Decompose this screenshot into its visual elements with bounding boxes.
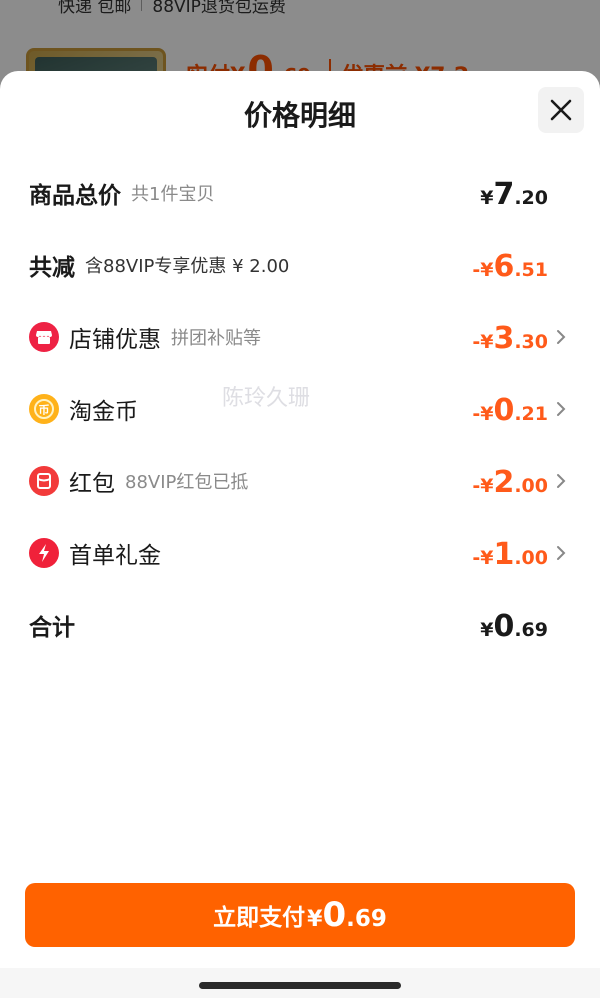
- pay-now-amount: ¥ 0 .69: [305, 895, 387, 935]
- red-packet-note: 88VIP红包已抵: [125, 472, 249, 493]
- first-order-gift-amount: - ¥ 1 .00: [472, 528, 548, 578]
- reduction-label: 共减: [29, 255, 75, 281]
- currency-symbol: ¥: [480, 619, 494, 641]
- amount-integer: 1: [493, 537, 515, 572]
- row-total-sum: 合计 ¥ 0 .69: [0, 600, 600, 650]
- store-icon: [29, 322, 59, 352]
- reduction-amount: - ¥ 6 .51: [472, 240, 548, 290]
- amount-decimal: .51: [514, 259, 548, 281]
- amount-decimal: .21: [514, 403, 548, 425]
- minus-sign: -: [472, 475, 481, 497]
- store-discount-label: 店铺优惠: [69, 327, 161, 353]
- pay-now-button[interactable]: 立即支付 ¥ 0 .69: [25, 883, 575, 947]
- amount-decimal: .00: [514, 547, 548, 569]
- red-packet-icon: [29, 466, 59, 496]
- store-discount-amount: - ¥ 3 .30: [472, 312, 548, 362]
- amount-decimal: .20: [514, 187, 548, 209]
- currency-symbol: ¥: [480, 259, 494, 281]
- minus-sign: -: [472, 331, 481, 353]
- watermark: 陈玲久珊: [222, 386, 311, 411]
- sum-label: 合计: [29, 615, 75, 641]
- svg-text:币: 币: [39, 404, 50, 417]
- row-store-discount[interactable]: 店铺优惠 拼团补贴等 - ¥ 3 .30: [0, 312, 600, 362]
- amount-integer: 3: [493, 321, 515, 356]
- currency-symbol: ¥: [480, 331, 494, 353]
- minus-sign: -: [472, 547, 481, 569]
- row-total-price: 商品总价 共1件宝贝 ¥ 7 .20: [0, 168, 600, 218]
- first-order-gift-label: 首单礼金: [69, 543, 161, 569]
- price-detail-sheet: 价格明细 商品总价 共1件宝贝 ¥ 7 .20 共减 含88VIP专享优惠 ¥ …: [0, 71, 600, 998]
- store-discount-note: 拼团补贴等: [171, 328, 261, 349]
- close-button[interactable]: [538, 87, 584, 133]
- amount-integer: 7: [493, 177, 515, 212]
- home-indicator[interactable]: [199, 982, 401, 989]
- amount-integer: 0: [322, 895, 347, 935]
- amount-integer: 0: [493, 609, 515, 644]
- currency-symbol: ¥: [307, 907, 323, 932]
- currency-symbol: ¥: [480, 475, 494, 497]
- chevron-right-icon: [557, 330, 566, 344]
- amount-integer: 2: [493, 465, 515, 500]
- close-icon: [550, 99, 572, 121]
- chevron-right-icon: [557, 546, 566, 560]
- amount-decimal: .69: [514, 619, 548, 641]
- total-price-label: 商品总价: [29, 183, 121, 209]
- minus-sign: -: [472, 403, 481, 425]
- gold-coin-amount: - ¥ 0 .21: [472, 384, 548, 434]
- total-items-count: 共1件宝贝: [131, 184, 215, 205]
- row-first-order-gift[interactable]: 首单礼金 - ¥ 1 .00: [0, 528, 600, 578]
- amount-decimal: .30: [514, 331, 548, 353]
- chevron-right-icon: [557, 474, 566, 488]
- red-packet-label: 红包: [69, 471, 115, 497]
- amount-integer: 6: [493, 249, 515, 284]
- pay-now-label: 立即支付: [213, 905, 306, 931]
- sheet-title: 价格明细: [243, 99, 356, 132]
- currency-symbol: ¥: [480, 403, 494, 425]
- row-total-reduction: 共减 含88VIP专享优惠 ¥ 2.00 - ¥ 6 .51: [0, 240, 600, 290]
- row-red-packet[interactable]: 红包 88VIP红包已抵 - ¥ 2 .00: [0, 456, 600, 506]
- gold-coin-icon: 币: [29, 394, 59, 424]
- currency-symbol: ¥: [480, 187, 494, 209]
- minus-sign: -: [472, 259, 481, 281]
- amount-decimal: .00: [514, 475, 548, 497]
- currency-symbol: ¥: [480, 547, 494, 569]
- amount-decimal: .69: [346, 906, 387, 932]
- gold-coin-label: 淘金币: [69, 399, 138, 425]
- reduction-note: 含88VIP专享优惠 ¥ 2.00: [85, 256, 290, 277]
- amount-integer: 0: [493, 393, 515, 428]
- chevron-right-icon: [557, 402, 566, 416]
- total-price-amount: ¥ 7 .20: [480, 168, 548, 218]
- sum-amount: ¥ 0 .69: [480, 600, 548, 650]
- lightning-icon: [29, 538, 59, 568]
- red-packet-amount: - ¥ 2 .00: [472, 456, 548, 506]
